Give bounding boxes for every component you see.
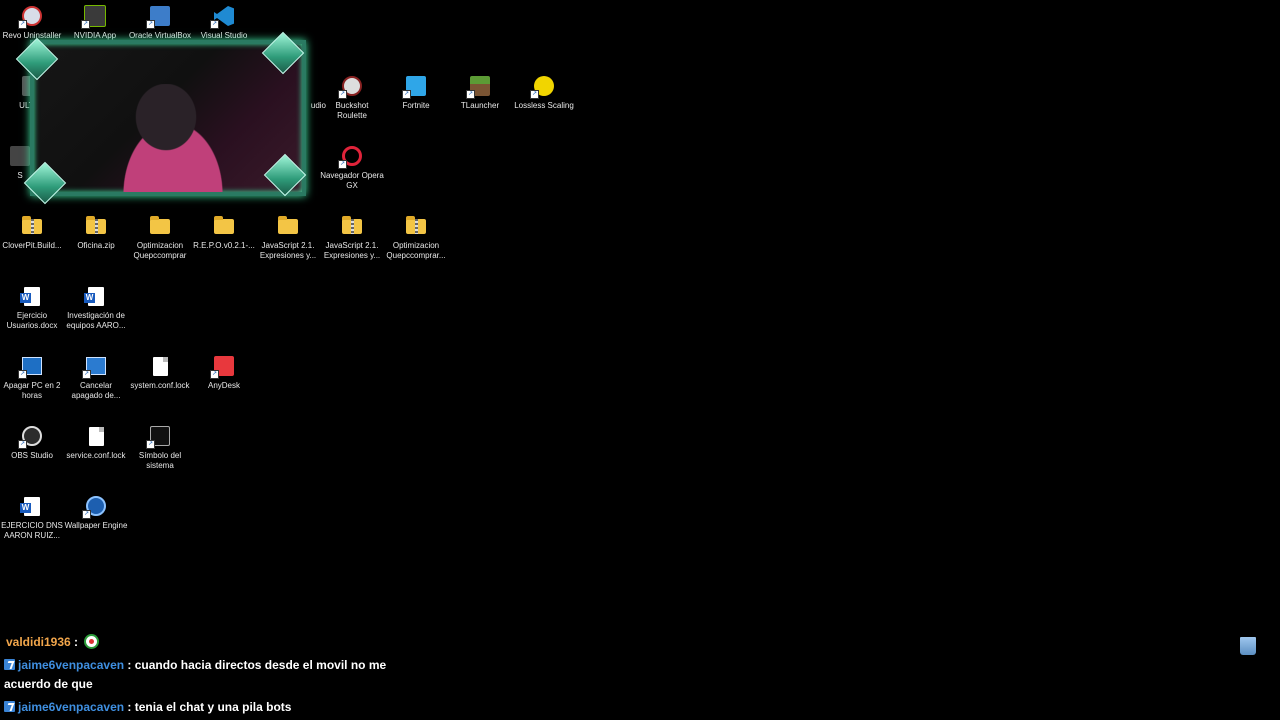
desktop-icon-revo[interactable]: ↗ Revo Uninstaller — [0, 5, 64, 41]
shortcut-arrow-icon: ↗ — [146, 20, 155, 29]
chat-username: jaime6venpacaven — [18, 700, 125, 714]
icon-label: Cancelar apagado de... — [71, 381, 121, 400]
shortcut-arrow-icon: ↗ — [338, 90, 347, 99]
shortcut-arrow-icon: ↗ — [18, 370, 27, 379]
icon-label: TLauncher — [460, 101, 500, 110]
desktop-icon-buckshot[interactable]: ↗ Buckshot Roulette — [320, 75, 384, 121]
shortcut-arrow-icon: ↗ — [210, 20, 219, 29]
desktop-icon-ejercicio-dns[interactable]: EJERCICIO DNS AARON RUIZ... — [0, 495, 64, 541]
webcam-feed — [96, 84, 236, 192]
zip-folder-icon — [342, 215, 362, 234]
chat-message: valdidi1936 : — [6, 633, 100, 652]
shortcut-arrow-icon: ↗ — [146, 440, 155, 449]
icon-label: Apagar PC en 2 horas — [3, 381, 61, 400]
subscriber-badge-icon — [4, 659, 15, 670]
shortcut-arrow-icon: ↗ — [338, 160, 347, 169]
desktop-icon-opera[interactable]: ↗ Navegador Opera GX — [320, 145, 384, 191]
chat-separator: : — [70, 635, 79, 649]
chat-username: valdidi1936 — [6, 635, 71, 649]
icon-label: JavaScript 2.1. Expresiones y... — [259, 241, 317, 260]
icon-label: Ejercicio Usuarios.docx — [6, 311, 58, 330]
icon-label: S — [17, 171, 23, 180]
shortcut-arrow-icon: ↗ — [18, 20, 27, 29]
desktop-icon-nvidia[interactable]: ↗ NVIDIA App — [63, 5, 127, 41]
chat-message: jaime6venpacaven : cuando hacia directos… — [4, 656, 404, 694]
icon-label: Símbolo del sistema — [138, 451, 182, 470]
file-icon — [152, 356, 168, 376]
icon-label: OBS Studio — [11, 451, 53, 460]
recycle-bin-icon[interactable] — [1240, 637, 1256, 655]
desktop-icon-cloverpit[interactable]: CloverPit.Build... — [0, 215, 64, 251]
word-document-icon — [84, 286, 104, 306]
icon-label: Fortnite — [402, 101, 430, 110]
zip-folder-icon — [86, 215, 106, 234]
desktop-icon-wallpaper[interactable]: ↗ Wallpaper Engine — [64, 495, 128, 531]
desktop-icon-ejercicio-usuarios[interactable]: Ejercicio Usuarios.docx — [0, 285, 64, 331]
folder-icon — [278, 215, 298, 234]
chat-text: tenia el chat y una pila bots — [131, 700, 292, 714]
icon-label: Lossless Scaling — [514, 101, 574, 110]
icon-label: Wallpaper Engine — [64, 521, 128, 530]
shortcut-arrow-icon: ↗ — [82, 510, 91, 519]
icon-label: AnyDesk — [207, 381, 240, 390]
desktop-icon-cancelar[interactable]: ↗ Cancelar apagado de... — [64, 355, 128, 401]
shortcut-arrow-icon: ↗ — [402, 90, 411, 99]
desktop-icon-cmd[interactable]: ↗ Símbolo del sistema — [128, 425, 192, 471]
icon-label: Oficina.zip — [77, 241, 115, 250]
app-icon — [10, 146, 30, 166]
icon-label: Investigación de equipos AARO... — [66, 311, 126, 330]
shortcut-arrow-icon: ↗ — [81, 20, 90, 29]
desktop-icon-investigacion[interactable]: Investigación de equipos AARO... — [64, 285, 128, 331]
folder-icon — [214, 215, 234, 234]
shortcut-arrow-icon: ↗ — [210, 370, 219, 379]
icon-label: Optimizacion Quepccomprar — [133, 241, 187, 260]
file-icon — [88, 426, 104, 446]
desktop-icon-obs[interactable]: ↗ OBS Studio — [0, 425, 64, 461]
icon-label: Navegador Opera GX — [320, 171, 384, 190]
folder-icon — [150, 215, 170, 234]
word-document-icon — [20, 496, 40, 516]
icon-label: R.E.P.O.v0.2.1-... — [193, 241, 255, 250]
desktop-icon-js1[interactable]: JavaScript 2.1. Expresiones y... — [256, 215, 320, 261]
zip-folder-icon — [406, 215, 426, 234]
chat-username: jaime6venpacaven — [18, 658, 125, 672]
subscriber-badge-icon — [4, 701, 15, 712]
chat-message: jaime6venpacaven : tenia el chat y una p… — [4, 698, 291, 717]
shortcut-arrow-icon: ↗ — [466, 90, 475, 99]
icon-label: Optimizacion Quepccomprar... — [386, 241, 446, 260]
desktop-icon-optim2[interactable]: Optimizacion Quepccomprar... — [384, 215, 448, 261]
word-document-icon — [20, 286, 40, 306]
desktop-icon-anydesk[interactable]: ↗ AnyDesk — [192, 355, 256, 391]
icon-label: service.conf.lock — [66, 451, 126, 460]
icon-label: system.conf.lock — [130, 381, 190, 390]
desktop-icon-apagar[interactable]: ↗ Apagar PC en 2 horas — [0, 355, 64, 401]
desktop-icon-oficina[interactable]: Oficina.zip — [64, 215, 128, 251]
desktop-icon-lossless[interactable]: ↗ Lossless Scaling — [512, 75, 576, 111]
icon-label: EJERCICIO DNS AARON RUIZ... — [1, 521, 63, 540]
zip-folder-icon — [22, 215, 42, 234]
desktop-icon-js2[interactable]: JavaScript 2.1. Expresiones y... — [320, 215, 384, 261]
desktop-icon-virtualbox[interactable]: ↗ Oracle VirtualBox — [128, 5, 192, 41]
icon-label: CloverPit.Build... — [2, 241, 62, 250]
desktop-icon-serviceconf[interactable]: service.conf.lock — [64, 425, 128, 461]
shortcut-arrow-icon: ↗ — [82, 370, 91, 379]
desktop-icon-fortnite[interactable]: ↗ Fortnite — [384, 75, 448, 111]
shortcut-arrow-icon: ↗ — [18, 440, 27, 449]
desktop-icon-optim1[interactable]: Optimizacion Quepccomprar — [128, 215, 192, 261]
emote-icon — [84, 634, 100, 649]
desktop-icon-repo[interactable]: R.E.P.O.v0.2.1-... — [192, 215, 256, 251]
icon-label: Buckshot Roulette — [335, 101, 369, 120]
icon-label: JavaScript 2.1. Expresiones y... — [323, 241, 381, 260]
shortcut-arrow-icon: ↗ — [530, 90, 539, 99]
desktop-icon-sysconf[interactable]: system.conf.lock — [128, 355, 192, 391]
desktop-icon-tlauncher[interactable]: ↗ TLauncher — [448, 75, 512, 111]
